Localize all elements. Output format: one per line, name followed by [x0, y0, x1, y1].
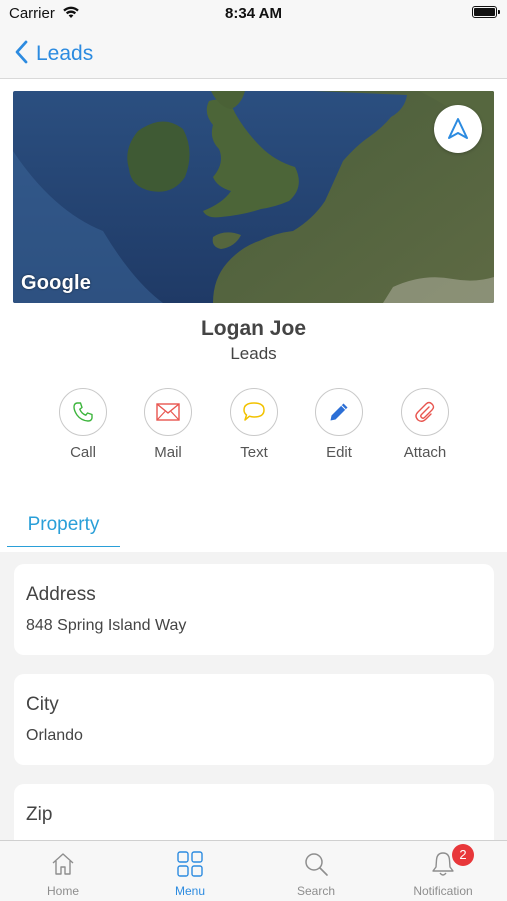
field-title: Address: [26, 584, 96, 605]
chevron-left-icon: [14, 40, 28, 69]
back-label: Leads: [36, 42, 94, 65]
attach-button[interactable]: Attach: [390, 388, 460, 461]
home-icon: [49, 850, 77, 883]
property-fields[interactable]: Address 848 Spring Island Way City Orlan…: [0, 552, 507, 840]
tab-home-label: Home: [46, 884, 79, 898]
contact-type: Leads: [230, 344, 277, 363]
clock: 8:34 AM: [225, 5, 282, 22]
text-label: Text: [240, 444, 268, 461]
phone-icon: [59, 388, 107, 436]
status-bar: Carrier 8:34 AM: [0, 0, 507, 30]
field-value: 848 Spring Island Way: [26, 617, 187, 634]
field-title: City: [26, 694, 59, 715]
text-button[interactable]: Text: [219, 388, 289, 461]
tab-search[interactable]: Search: [253, 841, 379, 901]
search-icon: [302, 850, 330, 883]
tab-property-label: Property: [27, 514, 100, 535]
navigation-bar: Leads: [0, 30, 507, 79]
chat-bubble-icon: [230, 388, 278, 436]
google-attribution: Google: [21, 272, 92, 294]
battery-icon: [472, 6, 500, 18]
envelope-icon: [144, 388, 192, 436]
tab-indicator: [7, 545, 120, 547]
navigation-arrow-icon: [445, 116, 471, 142]
mail-label: Mail: [154, 444, 182, 461]
paperclip-icon: [401, 388, 449, 436]
grid-icon: [176, 850, 204, 883]
address-card: Address 848 Spring Island Way: [14, 564, 494, 655]
tab-property[interactable]: Property: [7, 514, 120, 547]
tab-menu-label: Menu: [174, 884, 206, 898]
notification-badge: 2: [452, 844, 474, 866]
field-value: Orlando: [26, 727, 83, 744]
mail-button[interactable]: Mail: [133, 388, 203, 461]
call-label: Call: [70, 444, 96, 461]
attach-label: Attach: [403, 444, 447, 461]
tab-notification[interactable]: 2 Notification: [380, 841, 506, 901]
action-row: Call Mail Text Edit Attach: [0, 388, 507, 468]
edit-button[interactable]: Edit: [304, 388, 374, 461]
tab-notification-label: Notification: [413, 884, 473, 898]
call-button[interactable]: Call: [48, 388, 118, 461]
navigate-button[interactable]: [434, 105, 482, 153]
city-card: City Orlando: [14, 674, 494, 765]
contact-name: Logan Joe: [200, 317, 306, 340]
edit-label: Edit: [326, 444, 352, 461]
bottom-tab-bar: Home Menu Search 2 Notification: [0, 840, 507, 901]
field-title: Zip: [26, 804, 53, 825]
zip-card: Zip: [14, 784, 494, 840]
back-button[interactable]: Leads: [14, 39, 93, 69]
location-map[interactable]: Google: [13, 91, 494, 303]
pencil-icon: [315, 388, 363, 436]
tab-menu[interactable]: Menu: [127, 841, 253, 901]
tab-home[interactable]: Home: [0, 841, 126, 901]
tab-search-label: Search: [296, 884, 336, 898]
